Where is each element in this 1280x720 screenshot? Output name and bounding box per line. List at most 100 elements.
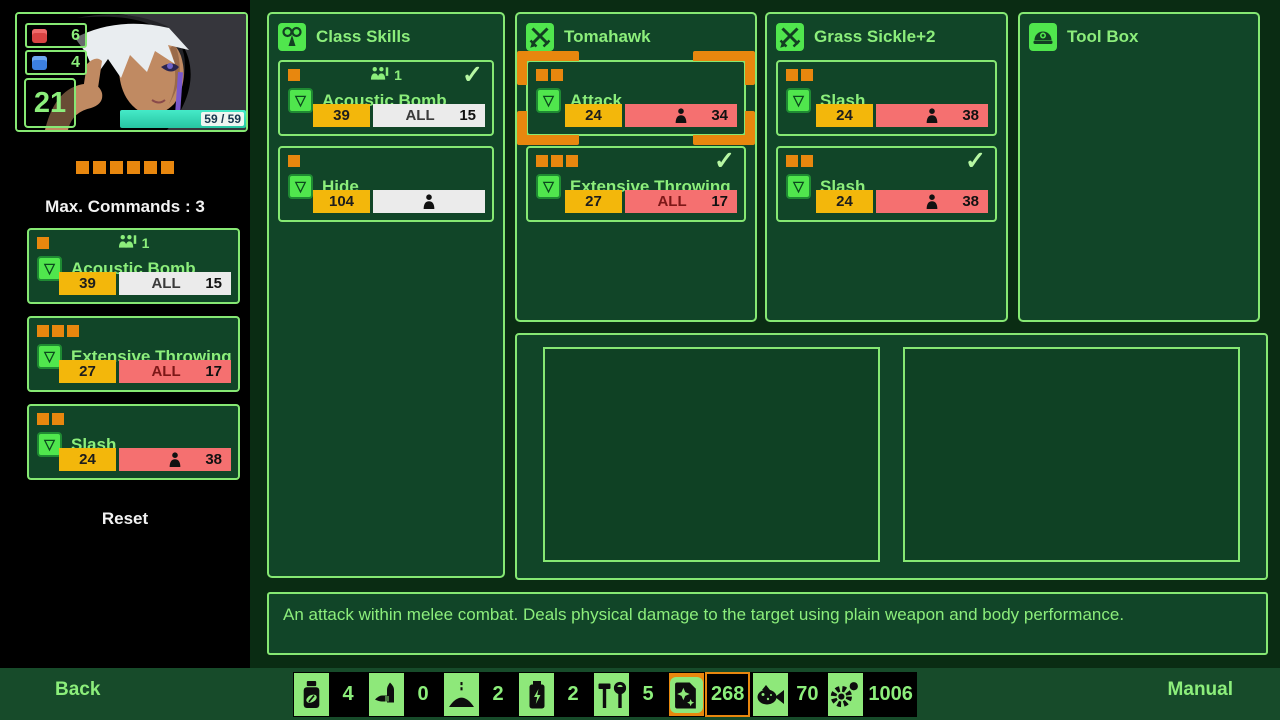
skill-card[interactable]: ▽Attack2434	[526, 60, 746, 136]
inventory-count: 70	[789, 672, 825, 717]
inventory-count: 5	[630, 672, 666, 717]
skill-panel: Grass Sickle+2▽Slash2438✓▽Slash2438	[765, 12, 1008, 322]
skill-stat-bars: 27ALL17	[565, 190, 737, 213]
speed-value: 24	[816, 104, 873, 127]
reset-button[interactable]: Reset	[0, 509, 250, 529]
skill-type-icon: ▽	[536, 174, 561, 199]
skill-stat-bars: 39ALL15	[313, 104, 485, 127]
max-commands-label: Max. Commands : 3	[0, 197, 250, 217]
inventory-count: 2	[480, 672, 516, 717]
battery-icon	[519, 673, 554, 716]
inventory-item[interactable]: 5	[593, 672, 666, 717]
skill-card[interactable]: ▽Slash2438	[776, 60, 997, 136]
skill-type-icon: ▽	[288, 174, 313, 199]
speed-value: 27	[59, 360, 116, 383]
inventory-count: 1006	[864, 672, 917, 717]
back-button[interactable]: Back	[55, 679, 100, 701]
target-power-bar: 38	[119, 448, 231, 471]
inventory-item[interactable]: 268	[668, 672, 750, 717]
left-sidebar: 6 4 21 59 / 59 Max. Commands : 3 1▽Acous…	[0, 0, 250, 668]
gears-icon	[828, 673, 863, 716]
stat-red: 6	[25, 23, 87, 48]
person-icon	[169, 452, 182, 467]
character-portrait: 6 4 21 59 / 59	[15, 12, 248, 132]
panel-title: Tomahawk	[564, 27, 651, 47]
check-icon: ✓	[965, 146, 986, 176]
level-value: 21	[24, 78, 76, 128]
toolbox-icon	[1029, 23, 1057, 51]
speed-value: 24	[59, 448, 116, 471]
uses-indicator: 1	[29, 234, 238, 251]
skill-panel: Class Skills1✓▽Acoustic Bomb39ALL15 ▽Hide…	[267, 12, 505, 578]
skill-stat-bars: 104	[313, 190, 485, 213]
inventory-bar: 40225268701006	[293, 672, 917, 717]
speed-value: 27	[565, 190, 622, 213]
inventory-item[interactable]: 0	[368, 672, 441, 717]
skill-description: An attack within melee combat. Deals phy…	[267, 592, 1268, 655]
cost-square	[786, 155, 798, 167]
skill-panel: Tomahawk ▽Attack2434 ✓▽Extensive Throwing2…	[515, 12, 757, 322]
uses-count: 1	[142, 235, 150, 251]
selected-commands-list: 1▽Acoustic Bomb39ALL15 ▽Extensive Throwin…	[27, 228, 240, 480]
bottom-bar: Back 40225268701006 Manual	[0, 668, 1280, 720]
fish-icon	[753, 673, 788, 716]
skill-type-icon: ▽	[786, 174, 811, 199]
powder-icon	[444, 673, 479, 716]
cost-square	[52, 325, 64, 337]
skill-card[interactable]: ▽Extensive Throwing27ALL17	[27, 316, 240, 392]
target-power-bar	[373, 190, 485, 213]
ammo-icon	[369, 673, 404, 716]
tools-icon	[594, 673, 629, 716]
skill-description-text: An attack within melee combat. Deals phy…	[283, 605, 1124, 624]
person-icon	[675, 108, 688, 123]
person-icon	[926, 194, 939, 209]
skill-card[interactable]: 1✓▽Acoustic Bomb39ALL15	[278, 60, 494, 136]
target-power-bar: ALL17	[625, 190, 737, 213]
manual-button[interactable]: Manual	[1168, 679, 1233, 701]
power-value: 38	[962, 107, 979, 124]
skill-stat-bars: 2438	[816, 190, 988, 213]
blue-item-icon	[32, 56, 47, 70]
panel-header: Grass Sickle+2	[767, 14, 1006, 59]
uses-indicator: 1	[280, 66, 492, 83]
cost-square	[801, 155, 813, 167]
skill-stat-bars: 39ALL15	[59, 272, 231, 295]
panel-title: Tool Box	[1067, 27, 1138, 47]
command-cost-squares	[786, 155, 813, 167]
skill-card[interactable]: ✓▽Extensive Throwing27ALL17	[526, 146, 746, 222]
highlight-frame	[670, 677, 703, 713]
preview-box-right	[903, 347, 1240, 562]
cost-square	[566, 155, 578, 167]
hp-value: 59 / 59	[201, 112, 244, 126]
skill-card[interactable]: ▽Slash2438	[27, 404, 240, 480]
skill-type-icon: ▽	[536, 88, 561, 113]
power-value: 38	[205, 451, 222, 468]
check-icon: ✓	[462, 60, 483, 90]
cost-square	[801, 69, 813, 81]
skill-card[interactable]: ✓▽Slash2438	[776, 146, 997, 222]
selection-cursor-corner	[517, 111, 579, 145]
inventory-item[interactable]: 2	[518, 672, 591, 717]
inventory-item[interactable]: 70	[752, 672, 825, 717]
skill-card[interactable]: 1▽Acoustic Bomb39ALL15	[27, 228, 240, 304]
skill-type-icon: ▽	[786, 88, 811, 113]
panel-header: Class Skills	[269, 14, 503, 59]
cost-square	[288, 155, 300, 167]
target-power-bar: ALL15	[119, 272, 231, 295]
preview-container	[515, 333, 1268, 580]
cost-square	[37, 325, 49, 337]
speed-value: 104	[313, 190, 370, 213]
command-slot-square	[161, 161, 174, 174]
command-slot-square	[144, 161, 157, 174]
inventory-item[interactable]: 2	[443, 672, 516, 717]
panel-card-list: ▽Attack2434 ✓▽Extensive Throwing27ALL17	[517, 59, 755, 223]
inventory-item[interactable]: 1006	[827, 672, 917, 717]
target-power-bar: ALL17	[119, 360, 231, 383]
inventory-item[interactable]: 4	[293, 672, 366, 717]
panel-card-list	[1020, 59, 1258, 61]
speed-value: 24	[816, 190, 873, 213]
target-power-bar: ALL15	[373, 104, 485, 127]
command-slots	[0, 161, 250, 174]
skill-card[interactable]: ▽Hide104	[278, 146, 494, 222]
preview-box-left	[543, 347, 880, 562]
